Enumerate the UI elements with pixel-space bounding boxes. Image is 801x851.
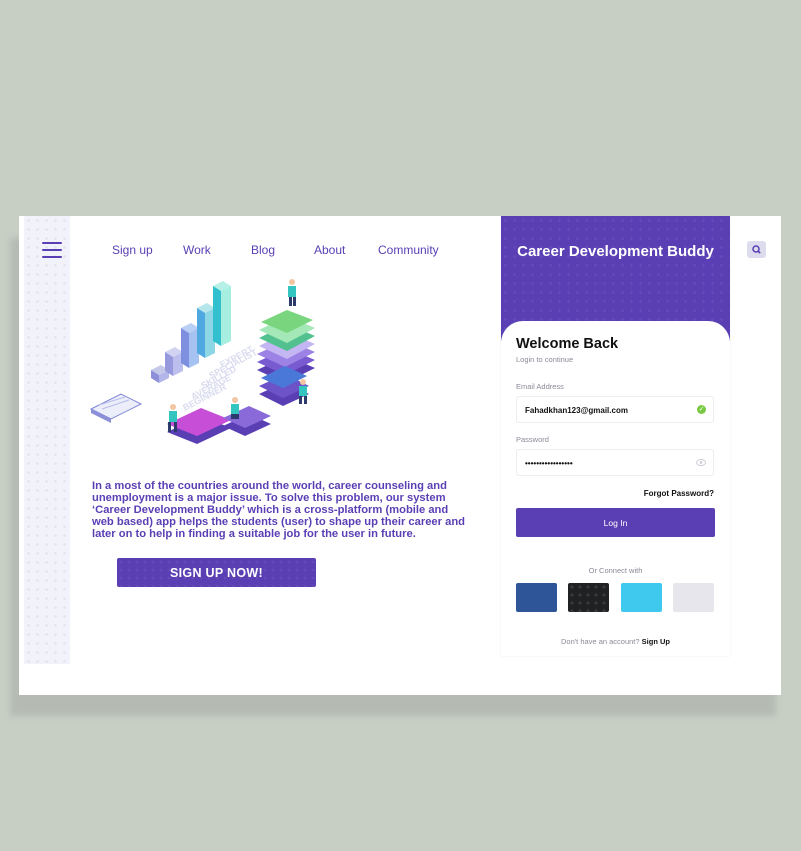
open-book-graphic (89, 393, 143, 423)
password-label: Password (516, 435, 549, 444)
login-form: Welcome Back Login to continue Email Add… (501, 321, 730, 656)
login-subtitle: Login to continue (516, 355, 574, 364)
email-input[interactable] (523, 397, 687, 424)
hamburger-icon[interactable] (42, 242, 62, 258)
nav-community[interactable]: Community (378, 243, 439, 257)
check-circle-icon: ✓ (697, 405, 706, 414)
nav-about[interactable]: About (314, 243, 345, 257)
sign-up-link[interactable]: Sign Up (642, 637, 670, 646)
password-field (516, 449, 714, 477)
search-button[interactable] (747, 241, 766, 258)
email-field: ✓ (516, 396, 714, 424)
forgot-password-link[interactable]: Forgot Password? (644, 489, 714, 498)
nav-blog[interactable]: Blog (251, 243, 275, 257)
or-connect-label: Or Connect with (588, 566, 643, 575)
log-in-button[interactable]: Log In (516, 508, 715, 537)
career-illustration: EXPERT SPECIALIST SKILLED AVERAGE BEGINN… (89, 279, 315, 444)
nav-work[interactable]: Work (183, 243, 211, 257)
nav-sign-up[interactable]: Sign up (112, 243, 153, 257)
book-stack-bottom (167, 406, 271, 444)
apple-login-button[interactable] (673, 583, 714, 612)
search-icon (752, 245, 761, 254)
github-login-button[interactable] (568, 583, 609, 612)
landing-card: Sign up Work Blog About Community EXPERT… (19, 216, 781, 695)
eye-icon[interactable] (696, 459, 706, 466)
password-input[interactable] (523, 450, 687, 477)
no-account-text: Don't have an account? (560, 637, 640, 646)
twitter-login-button[interactable] (621, 583, 662, 612)
signup-prompt: Don't have an account? Sign Up (501, 637, 730, 646)
facebook-login-button[interactable] (516, 583, 557, 612)
login-panel: Career Development Buddy Welcome Back Lo… (501, 216, 730, 656)
welcome-heading: Welcome Back (516, 336, 619, 352)
app-title: Career Development Buddy (517, 243, 714, 260)
sign-up-now-button[interactable]: SIGN UP NOW! (117, 558, 316, 587)
hero-description: In a most of the countries around the wo… (92, 480, 465, 541)
left-strip (24, 216, 70, 664)
email-label: Email Address (516, 382, 564, 391)
